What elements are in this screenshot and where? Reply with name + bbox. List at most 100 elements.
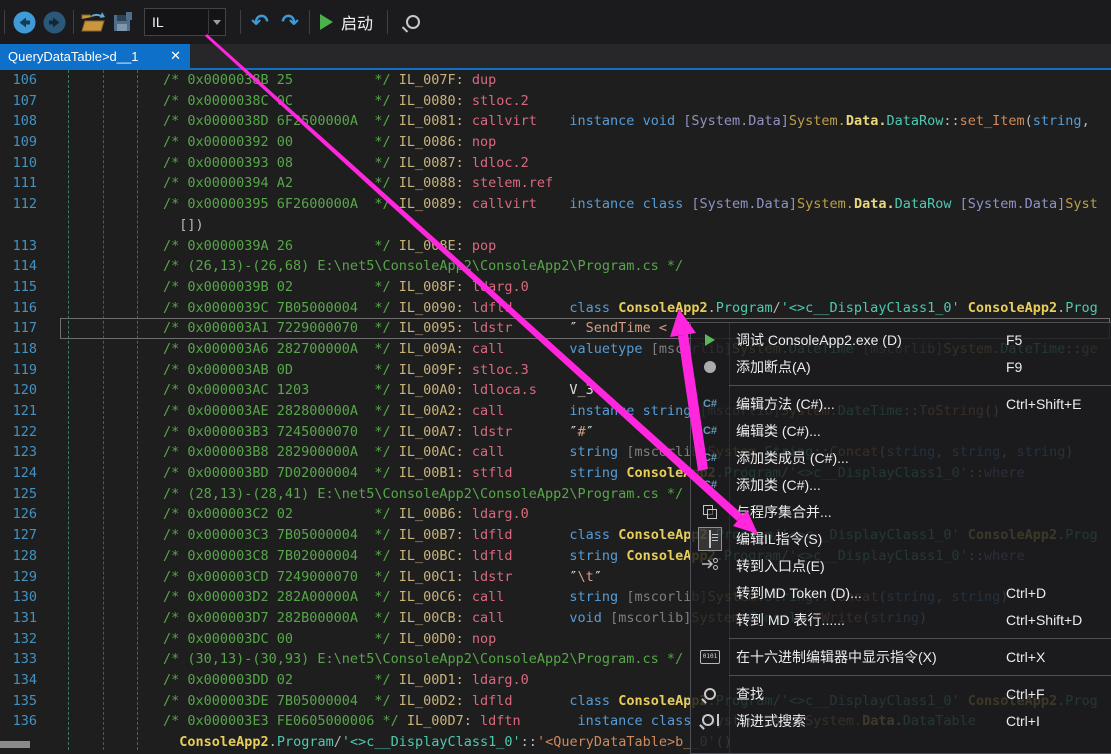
dnspy-window: { "colors":{"accent_blue":"#0E70C8","arr… — [0, 0, 1111, 754]
code-line[interactable]: 107 /* 0x0000038C 0C */ IL_0080: stloc.2 — [0, 91, 1111, 112]
menu-item-label: 转到入口点(E) — [736, 557, 825, 574]
forward-icon — [43, 11, 65, 33]
line-number[interactable]: 130 — [0, 587, 45, 608]
menu-item[interactable]: 查找 Ctrl+F — [691, 680, 1111, 707]
navigate-back-button[interactable] — [9, 6, 39, 38]
code-line[interactable]: 114 /* (26,13)-(26,68) E:\net5\ConsoleApp… — [0, 256, 1111, 277]
line-number[interactable]: 133 — [0, 649, 45, 670]
line-number[interactable]: 127 — [0, 525, 45, 546]
line-number[interactable]: 119 — [0, 360, 45, 381]
toolbar-separator — [73, 10, 74, 34]
line-number[interactable]: 116 — [0, 298, 45, 319]
line-number[interactable]: 107 — [0, 91, 45, 112]
code-line[interactable]: 106 /* 0x0000038B 25 */ IL_007F: dup — [0, 70, 1111, 91]
menu-item-label: 编辑类 (C#)... — [736, 422, 821, 439]
line-number[interactable]: 120 — [0, 380, 45, 401]
horizontal-scrollbar-thumb[interactable] — [0, 741, 30, 748]
menu-item[interactable]: 转到MD Token (D)... Ctrl+D — [691, 579, 1111, 606]
toolbar-separator — [240, 10, 241, 34]
code-text: /* 0x000003A1 7229000070 */ IL_0095: lds… — [163, 320, 692, 337]
line-number[interactable]: 128 — [0, 546, 45, 567]
menu-item-icon-slot — [691, 526, 729, 551]
line-number[interactable]: 131 — [0, 608, 45, 629]
toolbar-separator — [309, 10, 310, 34]
code-line[interactable]: []) — [0, 215, 1111, 236]
menu-item[interactable]: 0101 在十六进制编辑器中显示指令(X) Ctrl+X — [691, 643, 1111, 670]
line-number[interactable]: 113 — [0, 236, 45, 257]
code-line[interactable]: 111 /* 0x00000394 A2 */ IL_0088: stelem.r… — [0, 173, 1111, 194]
menu-item-icon-slot: 0101 — [691, 649, 729, 664]
code-text: []) — [163, 216, 204, 233]
line-number[interactable]: 123 — [0, 442, 45, 463]
line-number[interactable]: 106 — [0, 70, 45, 91]
code-line[interactable]: 109 /* 0x00000392 00 */ IL_0086: nop — [0, 132, 1111, 153]
start-debug-button[interactable]: 启动 — [320, 6, 383, 38]
tab-querydatatable[interactable]: QueryDataTable>d__1 ✕ — [0, 44, 190, 68]
line-number[interactable]: 112 — [0, 194, 45, 215]
close-icon[interactable]: ✕ — [161, 49, 190, 64]
line-number[interactable]: 108 — [0, 111, 45, 132]
menu-item-shortcut: Ctrl+Shift+D — [1006, 611, 1083, 628]
menu-item[interactable]: C# 添加类成员 (C#)... — [691, 444, 1111, 471]
undo-button[interactable]: ↶ — [245, 6, 275, 38]
save-button[interactable] — [108, 6, 138, 38]
menu-item[interactable]: 转到 MD 表行...... Ctrl+Shift+D — [691, 606, 1111, 633]
line-number[interactable]: 129 — [0, 567, 45, 588]
line-number[interactable]: 132 — [0, 629, 45, 650]
menu-item[interactable]: 转到入口点(E) — [691, 552, 1111, 579]
code-text: /* 0x00000395 6F2600000A */ IL_0089: cal… — [163, 196, 1098, 213]
line-number[interactable]: 109 — [0, 132, 45, 153]
line-number[interactable]: 134 — [0, 670, 45, 691]
chevron-down-icon[interactable] — [208, 10, 225, 34]
line-number[interactable]: 114 — [0, 256, 45, 277]
code-line[interactable]: 108 /* 0x0000038D 6F2500000A */ IL_0081: … — [0, 111, 1111, 132]
menu-item[interactable]: 渐进式搜索 Ctrl+I — [691, 707, 1111, 734]
start-label: 启动 — [341, 16, 374, 33]
menu-item[interactable]: 添加断点(A) F9 — [691, 353, 1111, 380]
menu-item[interactable]: C# 编辑类 (C#)... — [691, 417, 1111, 444]
menu-item-label: 转到 MD 表行...... — [736, 611, 845, 628]
code-line[interactable]: 112 /* 0x00000395 6F2600000A */ IL_0089: … — [0, 194, 1111, 215]
menu-item[interactable]: 与程序集合并... — [691, 498, 1111, 525]
line-number[interactable] — [0, 215, 45, 236]
line-number[interactable]: 135 — [0, 691, 45, 712]
menu-item[interactable]: C# 编辑方法 (C#)... Ctrl+Shift+E — [691, 390, 1111, 417]
line-number[interactable]: 110 — [0, 153, 45, 174]
menu-item[interactable]: C# 添加类 (C#)... — [691, 471, 1111, 498]
menu-item-icon-slot: C# — [691, 452, 729, 464]
csharp-icon: C# — [702, 451, 718, 464]
menu-item-icon-slot: C# — [691, 398, 729, 410]
open-folder-icon — [81, 12, 105, 32]
open-file-button[interactable] — [78, 6, 108, 38]
redo-icon: ↷ — [281, 10, 299, 34]
search-icon — [406, 15, 421, 29]
code-line[interactable]: 110 /* 0x00000393 08 */ IL_0087: ldloc.2 — [0, 153, 1111, 174]
search-button[interactable] — [398, 6, 428, 38]
line-number[interactable]: 126 — [0, 504, 45, 525]
debug-play-icon — [705, 333, 715, 346]
menu-item[interactable]: 调试 ConsoleApp2.exe (D) F5 — [691, 326, 1111, 353]
line-number[interactable]: 111 — [0, 173, 45, 194]
line-number[interactable]: 115 — [0, 277, 45, 298]
navigate-forward-button[interactable] — [39, 6, 69, 38]
line-number[interactable]: 118 — [0, 339, 45, 360]
line-number[interactable]: 124 — [0, 463, 45, 484]
line-number[interactable]: 121 — [0, 401, 45, 422]
merge-assembly-icon — [703, 504, 717, 519]
line-number[interactable]: 117 — [0, 318, 45, 339]
menu-item-icon-slot — [691, 713, 729, 729]
menu-item-icon-slot — [691, 333, 729, 346]
code-text: /* 0x00000392 00 */ IL_0086: nop — [163, 134, 497, 151]
menu-item-icon-slot — [691, 360, 729, 373]
menu-item-label: 添加类 (C#)... — [736, 476, 821, 493]
code-line[interactable]: 115 /* 0x0000039B 02 */ IL_008F: ldarg.0 — [0, 277, 1111, 298]
code-line[interactable]: 116 /* 0x0000039C 7B05000004 */ IL_0090: … — [0, 298, 1111, 319]
line-number[interactable]: 125 — [0, 484, 45, 505]
language-combobox[interactable]: IL — [144, 8, 226, 36]
redo-button[interactable]: ↷ — [275, 6, 305, 38]
line-number[interactable]: 122 — [0, 422, 45, 443]
line-number[interactable]: 136 — [0, 711, 45, 732]
code-line[interactable]: 113 /* 0x0000039A 26 */ IL_008E: pop — [0, 236, 1111, 257]
save-icon — [114, 12, 132, 31]
menu-item[interactable]: 编辑IL指令(S) — [691, 525, 1111, 552]
